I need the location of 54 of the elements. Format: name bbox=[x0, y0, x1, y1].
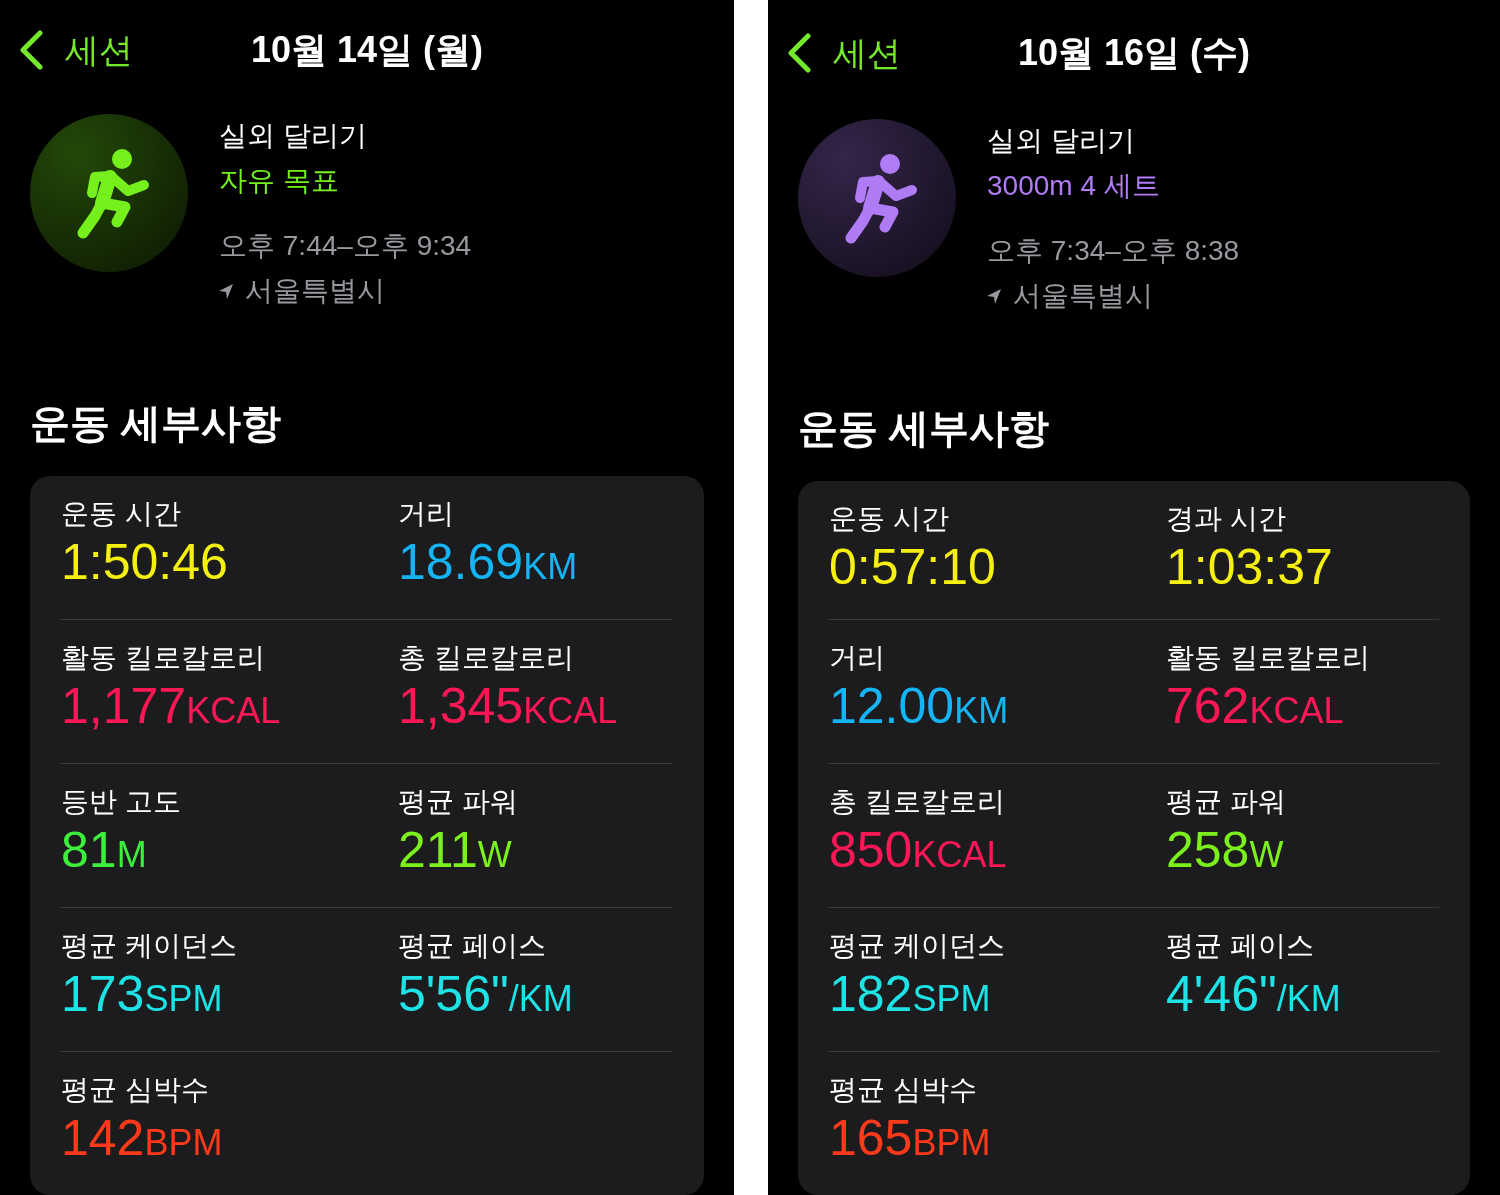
metric-value: 5'56"/KM bbox=[398, 965, 573, 1024]
metric-value: 142BPM bbox=[61, 1109, 223, 1168]
metric-value: 165BPM bbox=[829, 1109, 991, 1168]
metric-value: 258W bbox=[1166, 821, 1284, 880]
back-button[interactable]: 세션 bbox=[786, 30, 901, 75]
metric-value: 1,345KCAL bbox=[398, 677, 618, 736]
metric-value: 18.69KM bbox=[398, 533, 578, 592]
metric-label: 평균 파워 bbox=[1166, 785, 1286, 819]
metric-label: 평균 페이스 bbox=[1166, 929, 1314, 963]
metric-value: 12.00KM bbox=[829, 677, 1009, 736]
metric-label: 운동 시간 bbox=[61, 497, 181, 531]
workout-type: 실외 달리기 bbox=[219, 119, 368, 153]
metric-label: 평균 페이스 bbox=[398, 929, 546, 963]
chevron-left-icon bbox=[786, 32, 812, 73]
location-arrow-icon bbox=[219, 282, 233, 299]
location-text: 서울특별시 bbox=[1013, 279, 1153, 313]
metric-value: 81M bbox=[61, 821, 147, 880]
metric-value: 0:57:10 bbox=[829, 538, 996, 597]
metric-label: 거리 bbox=[398, 497, 454, 531]
date-title: 10월 16일 (수) bbox=[1017, 30, 1251, 75]
metric-value: 182SPM bbox=[829, 965, 991, 1024]
date-title: 10월 14일 (월) bbox=[250, 28, 484, 72]
section-title: 운동 세부사항 bbox=[30, 400, 283, 447]
time-range: 오후 7:44–오후 9:34 bbox=[219, 229, 472, 263]
metric-value: 211W bbox=[398, 821, 512, 880]
time-range: 오후 7:34–오후 8:38 bbox=[987, 234, 1240, 268]
metric-value: 1:03:37 bbox=[1166, 538, 1333, 597]
back-button[interactable]: 세션 bbox=[18, 28, 133, 72]
metric-value: 762KCAL bbox=[1166, 677, 1344, 736]
section-title: 운동 세부사항 bbox=[798, 405, 1051, 452]
workout-goal: 3000m 4 세트 bbox=[987, 169, 1161, 203]
location-arrow-icon bbox=[987, 287, 1001, 304]
metric-value: 4'46"/KM bbox=[1166, 965, 1341, 1024]
metric-label: 활동 킬로칼로리 bbox=[1166, 641, 1370, 675]
chevron-left-icon bbox=[18, 30, 44, 70]
metric-label: 경과 시간 bbox=[1166, 502, 1286, 536]
metric-label: 총 킬로칼로리 bbox=[829, 785, 1005, 819]
metric-label: 평균 심박수 bbox=[61, 1073, 209, 1107]
location-text: 서울특별시 bbox=[245, 274, 385, 308]
metric-label: 등반 고도 bbox=[61, 785, 181, 819]
metric-label: 평균 케이던스 bbox=[829, 929, 1005, 963]
metric-value: 1:50:46 bbox=[61, 533, 228, 592]
metric-label: 총 킬로칼로리 bbox=[398, 641, 574, 675]
workout-goal: 자유 목표 bbox=[219, 164, 340, 198]
metric-value: 850KCAL bbox=[829, 821, 1007, 880]
workout-type: 실외 달리기 bbox=[987, 124, 1136, 158]
metric-label: 평균 케이던스 bbox=[61, 929, 237, 963]
metric-label: 운동 시간 bbox=[829, 502, 949, 536]
metric-value: 1,177KCAL bbox=[61, 677, 281, 736]
metric-label: 평균 파워 bbox=[398, 785, 518, 819]
metric-label: 활동 킬로칼로리 bbox=[61, 641, 265, 675]
metric-label: 평균 심박수 bbox=[829, 1073, 977, 1107]
metric-value: 173SPM bbox=[61, 965, 223, 1024]
metric-label: 거리 bbox=[829, 641, 885, 675]
